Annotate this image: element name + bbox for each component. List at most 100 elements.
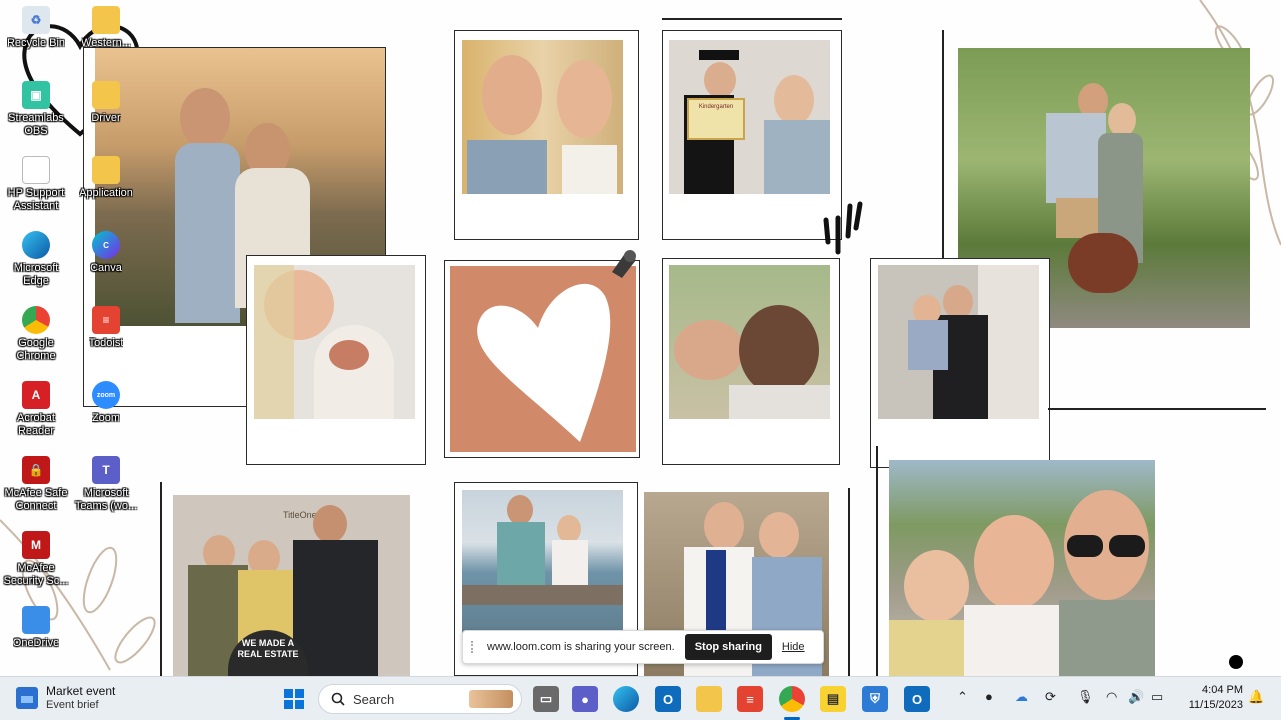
windows-logo-icon (284, 689, 304, 709)
desktop-icon-label: OneDrive (12, 637, 60, 649)
edge-icon (22, 231, 50, 259)
desktop-icon-label: Microsoft Edge (13, 262, 59, 287)
volume-icon[interactable]: 🔊 (1128, 689, 1144, 705)
wifi-icon[interactable]: ◠ (1106, 689, 1117, 705)
notifications-icon[interactable]: 🔔 (1248, 689, 1264, 705)
desktop-icon-label: Microsoft Teams (wo... (74, 487, 138, 512)
file-explorer-button[interactable] (696, 686, 722, 712)
desktop-icon-label: HP Support Assistant (7, 187, 65, 212)
folder-icon (92, 156, 120, 184)
desktop-icon-canva[interactable]: C Canva (70, 231, 142, 301)
zoom-icon: zoom (92, 381, 120, 409)
photo-family-office-sign: TitleOne WE MADE A REAL ESTATE (173, 495, 410, 676)
desktop-wallpaper: Kindergarten TitleOne WE MADE A REAL EST… (0, 0, 1281, 676)
chrome-taskbar-button[interactable] (779, 686, 805, 712)
folder-icon (22, 606, 50, 634)
share-message: www.loom.com is sharing your screen. (487, 641, 675, 653)
desktop-icon-recycle-bin[interactable]: ♻ Recycle Bin (0, 6, 72, 76)
security-shield-button[interactable]: ⛨ (862, 686, 888, 712)
drag-handle-icon[interactable] (471, 641, 477, 653)
desktop-icon-chrome[interactable]: Google Chrome (0, 306, 72, 376)
photo-two-women-selfie (462, 40, 623, 194)
folder-icon (92, 81, 120, 109)
todoist-taskbar-button[interactable]: ≡ (737, 686, 763, 712)
desktop-icon-teams[interactable]: T Microsoft Teams (wo... (70, 456, 142, 526)
divider-line (1048, 408, 1266, 410)
desktop-icon-zoom[interactable]: zoom Zoom (70, 381, 142, 451)
desktop-icon-label: Canva (90, 262, 122, 274)
desktop-icon-edge[interactable]: Microsoft Edge (0, 231, 72, 301)
widget-title: Market event (46, 684, 116, 698)
taskbar: Market event Event brief Search ▭ ● O ≡ … (0, 676, 1281, 720)
microphone-icon[interactable]: 🎙 (1077, 689, 1094, 705)
search-icon (331, 692, 345, 706)
divider-line (662, 18, 842, 20)
chrome-icon (22, 306, 50, 334)
news-widget-icon (16, 687, 38, 709)
divider-line (876, 446, 878, 676)
white-heart-icon (477, 283, 611, 442)
divider-line (848, 488, 850, 676)
battery-icon[interactable]: ▭ (1151, 689, 1163, 705)
teams-icon: T (92, 456, 120, 484)
photo-couple-closeup (669, 265, 830, 419)
acrobat-icon: A (22, 381, 50, 409)
task-view-button[interactable]: ▭ (533, 686, 559, 712)
show-hidden-icons-chevron-icon[interactable]: ⌃ (957, 689, 968, 705)
mcafee-shield-icon: M (22, 531, 50, 559)
desktop-icon-label: McAfee Safe Connect (4, 487, 68, 512)
photo-graduation-kids: Kindergarten (669, 40, 830, 194)
desktop-icon-application[interactable]: Application (70, 156, 142, 226)
desktop-icon-label: Western... (81, 37, 131, 49)
outlook-taskbar-button[interactable]: O (655, 686, 681, 712)
sync-icon[interactable]: ⟳ (1045, 689, 1056, 705)
desktop-icon-label: Google Chrome (16, 337, 56, 362)
desktop-icon-streamlabs[interactable]: ▣ Streamlabs OBS (0, 81, 72, 151)
diploma-text: Kindergarten (687, 98, 745, 140)
start-button[interactable] (281, 686, 307, 712)
desktop-icon-label: Recycle Bin (6, 37, 66, 49)
desktop-icon-label: Streamlabs OBS (8, 112, 64, 137)
desktop-icon-label: Zoom (91, 412, 121, 424)
clock[interactable]: 4:04 PM 11/15/2023 (1189, 683, 1243, 713)
edge-taskbar-button[interactable] (613, 686, 639, 712)
teams-chat-button[interactable]: ● (572, 686, 598, 712)
desktop-icon-mcafee-safe-connect[interactable]: 🔒 McAfee Safe Connect (0, 456, 72, 526)
sticky-notes-button[interactable]: ▤ (820, 686, 846, 712)
desktop-icon-mcafee-security[interactable]: M McAfee Security Sc... (0, 531, 72, 601)
hide-link[interactable]: Hide (782, 641, 805, 653)
divider-line (160, 482, 162, 676)
black-dot-doodle (1229, 655, 1243, 669)
desktop-icon-western[interactable]: Western... (70, 6, 142, 76)
outlook-new-button[interactable]: O (904, 686, 930, 712)
onedrive-cloud-icon[interactable]: ☁ (1015, 689, 1028, 705)
stop-sharing-button[interactable]: Stop sharing (684, 634, 772, 660)
search-highlight-icon (469, 690, 513, 708)
widget-subtitle: Event brief (46, 699, 99, 711)
photo-three-selfie-park (889, 460, 1155, 676)
streamlabs-icon: ▣ (22, 81, 50, 109)
desktop-icon-todoist[interactable]: ≡ Todoist (70, 306, 142, 376)
folder-icon (92, 6, 120, 34)
widgets-button[interactable]: Market event Event brief (16, 684, 115, 712)
canva-icon: C (92, 231, 120, 259)
camera-off-icon[interactable]: ● (985, 689, 993, 704)
document-icon (22, 156, 50, 184)
desktop-icon-acrobat[interactable]: A Acrobat Reader (0, 381, 72, 451)
screen-share-bar: www.loom.com is sharing your screen. Sto… (462, 630, 824, 664)
photo-woman-with-dog (254, 265, 415, 419)
desktop-icon-onedrive[interactable]: OneDrive (0, 606, 72, 676)
lock-icon: 🔒 (22, 456, 50, 484)
desktop-icon-hp-support[interactable]: HP Support Assistant (0, 156, 72, 226)
heart-card (450, 266, 636, 452)
tally-marks-doodle (823, 201, 863, 255)
search-box[interactable]: Search (318, 684, 522, 714)
desktop-icon-label: Driver (91, 112, 121, 124)
pushpin-icon (612, 250, 636, 278)
desktop-icon-label: McAfee Security Sc... (3, 562, 69, 587)
todoist-icon: ≡ (92, 306, 120, 334)
photo-couple-pier (462, 490, 623, 640)
desktop-icon-label: Todoist (88, 337, 124, 349)
desktop-icon-label: Acrobat Reader (17, 412, 55, 437)
desktop-icon-driver[interactable]: Driver (70, 81, 142, 151)
